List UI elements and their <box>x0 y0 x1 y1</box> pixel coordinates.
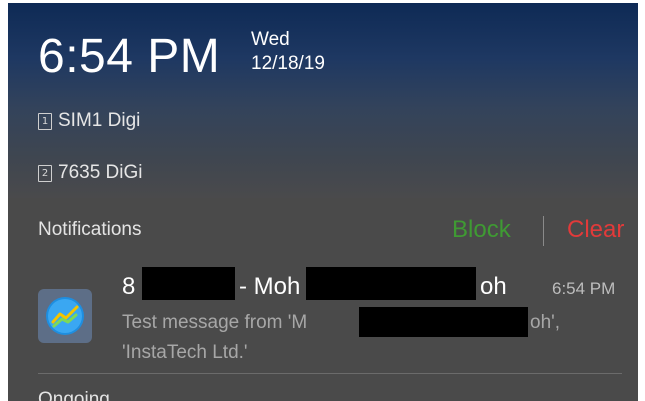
app-logo-icon <box>46 297 84 335</box>
sender-separator: - Moh <box>239 273 301 300</box>
sim2-icon: 2 <box>38 164 52 182</box>
header-divider <box>543 216 544 246</box>
notifications-heading: Notifications <box>38 219 142 240</box>
clock-day: Wed <box>251 29 290 50</box>
sim1-label: SIM1 Digi <box>58 110 141 131</box>
message-suffix: oh', <box>530 312 561 333</box>
block-button[interactable]: Block <box>452 216 511 244</box>
sim2-label: 7635 DiGi <box>58 162 143 183</box>
clock-date: 12/18/19 <box>251 53 325 74</box>
redacted-block <box>359 307 528 337</box>
message-prefix: Test message from 'M <box>122 312 308 333</box>
sim2-row: 2 7635 DiGi <box>38 161 143 185</box>
notification-shade: 6:54 PM Wed 12/18/19 1 SIM1 Digi 2 7635 … <box>8 3 638 401</box>
ongoing-heading: Ongoing <box>38 389 110 401</box>
clear-button[interactable]: Clear <box>567 216 624 244</box>
section-divider <box>38 373 622 374</box>
sender-prefix: 8 <box>122 273 136 300</box>
sender-suffix: oh <box>480 273 507 300</box>
clock-time[interactable]: 6:54 PM <box>38 29 220 84</box>
redacted-block <box>306 267 476 300</box>
redacted-block <box>142 267 235 300</box>
sim1-icon: 1 <box>38 112 52 130</box>
notification-time: 6:54 PM <box>552 279 616 298</box>
metatrader-app-icon[interactable] <box>38 289 92 343</box>
message-line2: 'InstaTech Ltd.' <box>122 342 248 363</box>
sim1-row: 1 SIM1 Digi <box>38 109 140 133</box>
